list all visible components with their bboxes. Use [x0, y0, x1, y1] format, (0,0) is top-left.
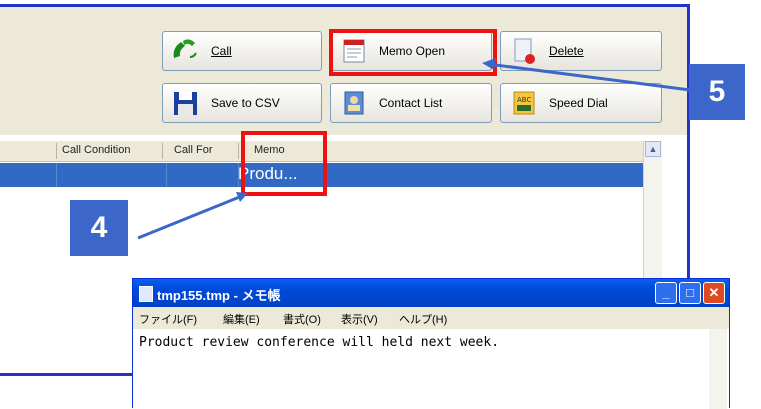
notepad-titlebar[interactable]: tmp155.tmp - メモ帳 _ □ ✕	[133, 279, 729, 307]
notepad-menu-bar: ファイル(F) 編集(E) 書式(O) 表示(V) ヘルプ(H)	[133, 307, 729, 329]
notepad-content[interactable]: Product review conference will held next…	[139, 335, 499, 350]
callout-step-5: 5	[689, 64, 745, 120]
menu-edit[interactable]: 編集(E)	[223, 311, 260, 327]
menu-help[interactable]: ヘルプ(H)	[399, 311, 447, 327]
maximize-button[interactable]: □	[679, 282, 701, 304]
arrow-to-memo-open	[487, 62, 691, 92]
minimize-button[interactable]: _	[655, 282, 677, 304]
notepad-scrollbar[interactable]	[709, 329, 727, 409]
notepad-title: tmp155.tmp - メモ帳	[157, 288, 281, 303]
notepad-text-area[interactable]: Product review conference will held next…	[133, 329, 729, 409]
close-button[interactable]: ✕	[703, 282, 725, 304]
menu-view[interactable]: 表示(V)	[341, 311, 378, 327]
menu-file[interactable]: ファイル(F)	[139, 311, 197, 327]
callout-step-4: 4	[70, 200, 128, 256]
menu-format[interactable]: 書式(O)	[283, 311, 321, 327]
arrow-to-memo-cell	[137, 194, 243, 240]
notepad-window: tmp155.tmp - メモ帳 _ □ ✕ ファイル(F) 編集(E) 書式(…	[132, 278, 730, 409]
notepad-icon	[139, 286, 153, 302]
